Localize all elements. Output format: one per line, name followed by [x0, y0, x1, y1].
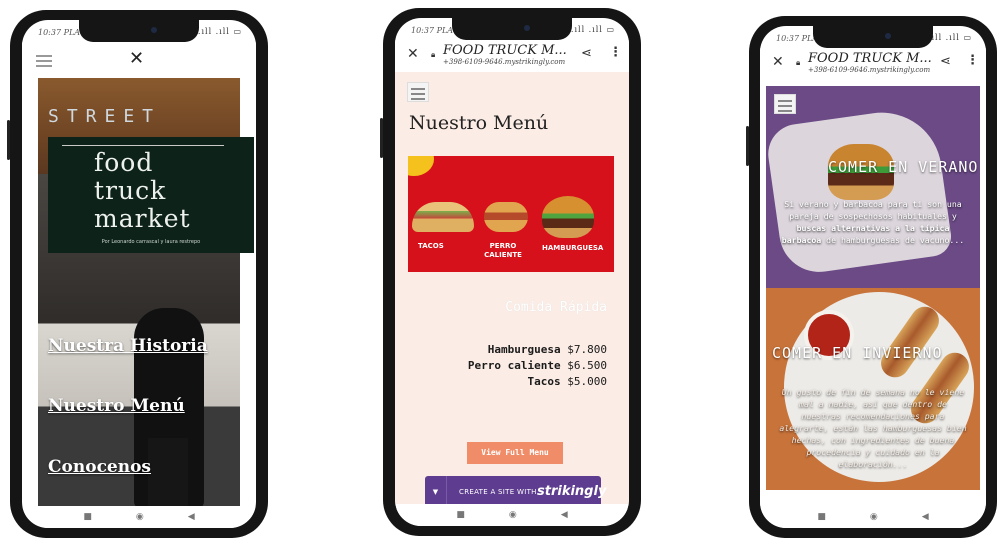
back-icon[interactable]: ◀ [561, 510, 568, 520]
browser-page-title: FOOD TRUCK M... [443, 43, 567, 58]
hamburger-image [542, 196, 594, 238]
hamburger-menu-icon[interactable] [36, 52, 52, 70]
phone-3-screen: 10:37 PLA ✱ .ıll .ıll ▭ ✕ 🔒︎ FOOD TRUCK … [760, 26, 986, 528]
status-time: 10:37 PLA [38, 28, 81, 37]
home-icon[interactable]: ◉ [509, 510, 517, 520]
android-nav-bar: ■ ◉ ◀ [395, 504, 629, 526]
person-legs [148, 438, 188, 506]
recents-icon[interactable]: ■ [83, 512, 92, 522]
browser-toolbar: ✕ 🔒︎ FOOD TRUCK M... +398-6109-9646.myst… [395, 40, 629, 72]
logo-word-food: food [94, 148, 154, 177]
menu-item-price: $7.800 [567, 343, 607, 356]
seasonal-page: COMER EN VERANO Si verano y barbacoa par… [760, 80, 986, 506]
status-time: 10:37 PLA [411, 26, 454, 35]
notch [452, 18, 572, 40]
summer-body-part1: Si verano y barbacoa para ti son una par… [784, 199, 962, 221]
hot-dog-image [484, 202, 528, 232]
nav-link-conocenos[interactable]: Conocenos [48, 457, 151, 477]
logo-rule [62, 145, 224, 146]
fork-knife-icon: ✕ [129, 48, 145, 69]
menu-item-row: Hamburguesa $7.800 [488, 343, 607, 356]
back-icon[interactable]: ◀ [922, 512, 929, 522]
menu-item-price: $6.500 [567, 359, 607, 372]
strikingly-brand: strikingly [537, 484, 607, 499]
recents-icon[interactable]: ■ [456, 510, 465, 520]
page-title: Nuestro Menú [409, 112, 549, 134]
strikingly-prefix: CREATE A SITE WITH [459, 488, 537, 496]
menu-item-name: Perro caliente [467, 359, 561, 372]
browser-url[interactable]: +398-6109-9646.mystrikingly.com [443, 58, 565, 66]
logo-subtitle: Por Leonardo carrascal y laura restrepo [101, 239, 201, 245]
summer-body: Si verano y barbacoa para ti son una par… [778, 198, 968, 246]
share-icon[interactable]: ⋖ [581, 46, 592, 61]
more-options-icon[interactable]: ⋮ [609, 45, 622, 60]
winter-body: Un gusto de fin de semana no le viene ma… [779, 387, 967, 469]
menu-item-price: $5.000 [567, 375, 607, 388]
menu-item-name: Tacos [527, 375, 561, 388]
banner-label-perro-caliente: PERRO CALIENTE [484, 242, 522, 259]
browser-url[interactable]: +398-6109-9646.mystrikingly.com [808, 66, 930, 74]
share-icon[interactable]: ⋖ [940, 54, 951, 69]
nav-link-nuestra-historia[interactable]: Nuestra Historia [48, 336, 208, 356]
recents-icon[interactable]: ■ [817, 512, 826, 522]
phone-3: 10:37 PLA ✱ .ıll .ıll ▭ ✕ 🔒︎ FOOD TRUCK … [746, 16, 997, 538]
phone-1-screen: 10:37 PLA ✱ .ıll .ıll ▭ ✕ STREET food tr… [22, 20, 256, 528]
banner-label-tacos: TACOS [418, 242, 444, 250]
menu-item-name: Hamburguesa [487, 343, 561, 356]
back-icon[interactable]: ◀ [188, 512, 195, 522]
summer-body-part2: de hamburguesas de vacuno... [826, 235, 965, 245]
hamburger-menu-icon[interactable] [774, 94, 796, 114]
tacos-image [412, 202, 474, 232]
status-time: 10:37 PLA [776, 34, 819, 43]
browser-page-title: FOOD TRUCK M... [808, 51, 932, 66]
phone-1: 10:37 PLA ✱ .ıll .ıll ▭ ✕ STREET food tr… [7, 10, 268, 538]
lock-icon: 🔒︎ [796, 58, 801, 67]
home-icon[interactable]: ◉ [870, 512, 878, 522]
home-icon[interactable]: ◉ [136, 512, 144, 522]
summer-section: COMER EN VERANO Si verano y barbacoa par… [766, 86, 980, 288]
banner-blob [408, 156, 434, 176]
android-nav-bar: ■ ◉ ◀ [760, 506, 986, 528]
view-full-menu-button[interactable]: View Full Menu [467, 442, 563, 464]
close-tab-icon[interactable]: ✕ [772, 54, 784, 70]
phone-2: 10:37 PLA ✱ .ıll .ıll ▭ ✕ 🔒︎ FOOD TRUCK … [380, 8, 641, 536]
logo-word-truck: truck [94, 176, 167, 205]
lock-icon: 🔒︎ [431, 50, 436, 59]
street-sign-text: STREET [48, 106, 162, 127]
banner-label-hamburguesa: HAMBURGUESA [542, 244, 604, 252]
notch [813, 26, 933, 48]
winter-title: COMER EN INVIERNO [772, 344, 943, 362]
phone-2-screen: 10:37 PLA ✱ .ıll .ıll ▭ ✕ 🔒︎ FOOD TRUCK … [395, 18, 629, 526]
browser-toolbar: ✕ 🔒︎ FOOD TRUCK M... +398-6109-9646.myst… [760, 48, 986, 80]
notch [79, 20, 199, 42]
menu-page: Nuestro Menú TACOS PERRO CALIENTE HAMBUR… [395, 72, 629, 508]
close-tab-icon[interactable]: ✕ [407, 46, 419, 62]
menu-item-row: Tacos $5.000 [528, 375, 608, 388]
nav-link-nuestro-menu[interactable]: Nuestro Menú [48, 396, 185, 416]
section-label: Comida Rápida [505, 300, 607, 315]
winter-section: COMER EN INVIERNO Un gusto de fin de sem… [766, 288, 980, 490]
hamburger-menu-icon[interactable] [407, 82, 429, 102]
logo-word-market: market [94, 204, 191, 233]
more-options-icon[interactable]: ⋮ [966, 53, 979, 68]
site-header: ✕ [22, 42, 256, 78]
summer-title: COMER EN VERANO [828, 158, 979, 176]
food-truck-market-logo: food truck market Por Leonardo carrascal… [48, 137, 254, 253]
menu-item-row: Perro caliente $6.500 [468, 359, 607, 372]
android-nav-bar: ■ ◉ ◀ [22, 506, 256, 528]
fast-food-banner: TACOS PERRO CALIENTE HAMBURGUESA [408, 156, 614, 272]
